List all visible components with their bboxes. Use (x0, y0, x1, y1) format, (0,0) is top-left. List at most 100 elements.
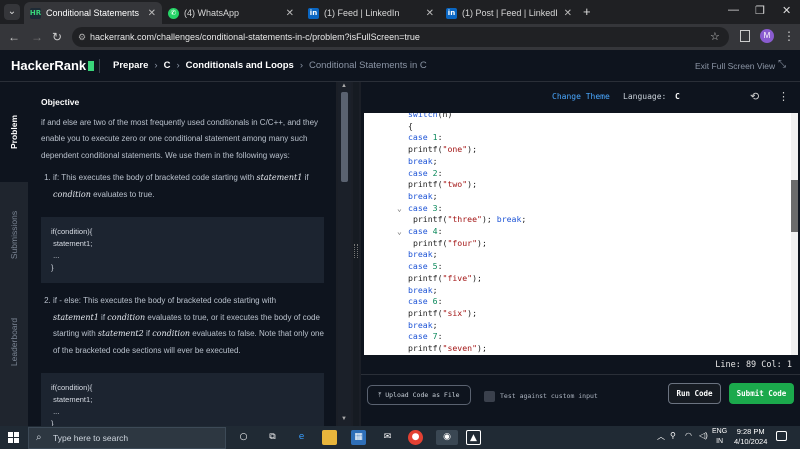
code-line[interactable]: ⌄ case 4: (364, 226, 784, 238)
restore-icon[interactable]: ❐ (755, 4, 765, 17)
tab-submissions[interactable]: Submissions (0, 182, 28, 287)
scrollbar-thumb[interactable] (791, 180, 798, 232)
code-line[interactable]: break; (364, 285, 784, 297)
language-label: Language: (623, 92, 667, 101)
code-editor[interactable]: switch(n){case 1: printf("one"); break; cas… (364, 113, 798, 355)
code-line[interactable]: printf("four"); (364, 238, 784, 250)
code-line[interactable]: break; (364, 249, 784, 261)
code-line[interactable]: break; (364, 320, 784, 332)
input-language[interactable]: ENG IN (712, 427, 727, 447)
scrollbar-thumb[interactable] (341, 92, 348, 182)
fold-chevron-icon[interactable]: ⌄ (397, 203, 402, 215)
browser-tab-hackerrank[interactable]: HR Conditional Statements in C | H ✕ (24, 2, 162, 24)
breadcrumb-prepare[interactable]: Prepare (113, 60, 148, 71)
code-text: case 5: (408, 261, 443, 272)
reload-icon[interactable]: ↻ (52, 30, 62, 44)
mail-icon[interactable]: ✉ (380, 430, 395, 445)
scroll-down-icon[interactable]: ▼ (341, 416, 347, 422)
code-line[interactable]: break; (364, 191, 784, 203)
cortana-icon[interactable]: ○ (236, 430, 251, 445)
code-line[interactable]: printf("six"); (364, 308, 784, 320)
code-line[interactable]: break; (364, 156, 784, 168)
custom-input-checkbox[interactable] (484, 391, 495, 402)
new-tab-icon[interactable]: + (583, 4, 591, 19)
exit-fullscreen-icon[interactable]: ⤡ (778, 59, 786, 70)
more-options-icon[interactable]: ⋮ (778, 90, 789, 103)
minimize-icon[interactable]: — (728, 4, 739, 16)
panel-splitter[interactable] (353, 82, 359, 426)
close-window-icon[interactable]: ✕ (782, 4, 791, 17)
close-tab-icon[interactable]: ✕ (142, 8, 156, 19)
wifi-icon[interactable]: ◠ (685, 431, 692, 440)
volume-icon[interactable]: ◁) (699, 431, 708, 440)
code-line[interactable]: printf("one"); (364, 144, 784, 156)
profile-avatar[interactable]: M (760, 29, 774, 43)
file-explorer-icon[interactable] (322, 430, 337, 445)
code-line[interactable]: case 6: (364, 296, 784, 308)
problem-scrollbar[interactable]: ▲ ▼ (338, 82, 351, 426)
breadcrumb-conditionals-and-loops[interactable]: Conditionals and Loops (186, 60, 294, 71)
whatsapp-favicon-icon: ✆ (168, 7, 179, 19)
browser-tab-linkedin-feed[interactable]: in (1) Feed | LinkedIn ✕ (302, 2, 440, 24)
breadcrumb-c[interactable]: C (164, 60, 171, 71)
code-line[interactable]: case 7: (364, 331, 784, 343)
code-line[interactable]: printf("two"); (364, 179, 784, 191)
code-line[interactable]: switch(n) (364, 113, 784, 121)
taskbar-clock[interactable]: 9:28 PM 4/10/2024 (734, 427, 767, 447)
photos-icon[interactable]: ▲ (466, 430, 481, 445)
custom-input-label[interactable]: Test against custom input (500, 392, 598, 400)
linkedin-favicon-icon: in (446, 7, 457, 19)
code-line[interactable]: ⌄ case 3: (364, 203, 784, 215)
code-line[interactable]: printf("three"); break; (364, 214, 784, 226)
tab-search-icon[interactable]: ⌄ (4, 4, 20, 20)
run-code-button[interactable]: Run Code (668, 383, 721, 404)
code-text: case 6: (408, 296, 443, 307)
fold-chevron-icon[interactable]: ⌄ (397, 226, 402, 238)
store-icon[interactable]: ▦ (351, 430, 366, 445)
code-line[interactable]: case 1: (364, 132, 784, 144)
chrome-icon[interactable]: ● (408, 430, 423, 445)
side-panel-icon[interactable] (740, 30, 750, 42)
windows-start-icon[interactable] (8, 432, 19, 443)
code-line[interactable]: printf("five"); (364, 273, 784, 285)
edge-icon[interactable]: e (294, 430, 309, 445)
language-select[interactable]: C (675, 92, 680, 101)
tab-problem[interactable]: Problem (0, 82, 28, 182)
address-bar[interactable]: ⚙ hackerrank.com/challenges/conditional-… (72, 27, 729, 47)
code-line[interactable]: case 2: (364, 168, 784, 180)
close-tab-icon[interactable]: ✕ (420, 8, 434, 19)
change-theme-button[interactable]: Change Theme (552, 92, 610, 101)
scroll-up-icon[interactable]: ▲ (341, 83, 347, 89)
task-view-icon[interactable]: ⧉ (265, 430, 280, 445)
reset-code-icon[interactable]: ⟲ (750, 90, 759, 103)
hackerrank-header: HackerRank Prepare › C › Conditionals an… (0, 50, 800, 82)
cursor-position: Line: 89 Col: 1 (715, 360, 792, 370)
upload-code-button[interactable]: ⤒ Upload Code as File (367, 385, 471, 405)
close-tab-icon[interactable]: ✕ (558, 8, 572, 19)
chrome-active-icon[interactable]: ◉ (436, 430, 458, 445)
browser-menu-icon[interactable]: ⋮ (783, 29, 795, 43)
tab-leaderboard[interactable]: Leaderboard (0, 287, 28, 397)
back-icon[interactable]: ← (8, 30, 20, 44)
code-line[interactable]: { (364, 121, 784, 133)
breadcrumb-current: Conditional Statements in C (308, 60, 427, 71)
hackerrank-logo[interactable]: HackerRank (11, 58, 95, 73)
code-line[interactable]: printf("seven"); (364, 343, 784, 355)
tab-label: (4) WhatsApp (184, 8, 240, 18)
exit-fullscreen-link[interactable]: Exit Full Screen View (695, 61, 775, 71)
close-tab-icon[interactable]: ✕ (280, 8, 294, 19)
network-icon[interactable]: ⚲ (670, 431, 676, 440)
editor-scrollbar[interactable] (791, 113, 798, 355)
show-hidden-icons[interactable]: ︿ (657, 431, 665, 442)
objective-heading: Objective (41, 97, 80, 107)
browser-tab-linkedin-post[interactable]: in (1) Post | Feed | LinkedIn ✕ (440, 2, 578, 24)
browser-tab-whatsapp[interactable]: ✆ (4) WhatsApp ✕ (162, 2, 300, 24)
taskbar-search-input[interactable]: ⌕ Type here to search (28, 427, 226, 449)
forward-icon[interactable]: → (31, 30, 43, 44)
notifications-icon[interactable] (776, 431, 787, 441)
drag-handle-icon[interactable] (354, 244, 358, 258)
code-line[interactable]: case 5: (364, 261, 784, 273)
submit-code-button[interactable]: Submit Code (729, 383, 794, 404)
site-info-icon[interactable]: ⚙ (78, 27, 86, 47)
bookmark-star-icon[interactable]: ☆ (710, 30, 720, 43)
